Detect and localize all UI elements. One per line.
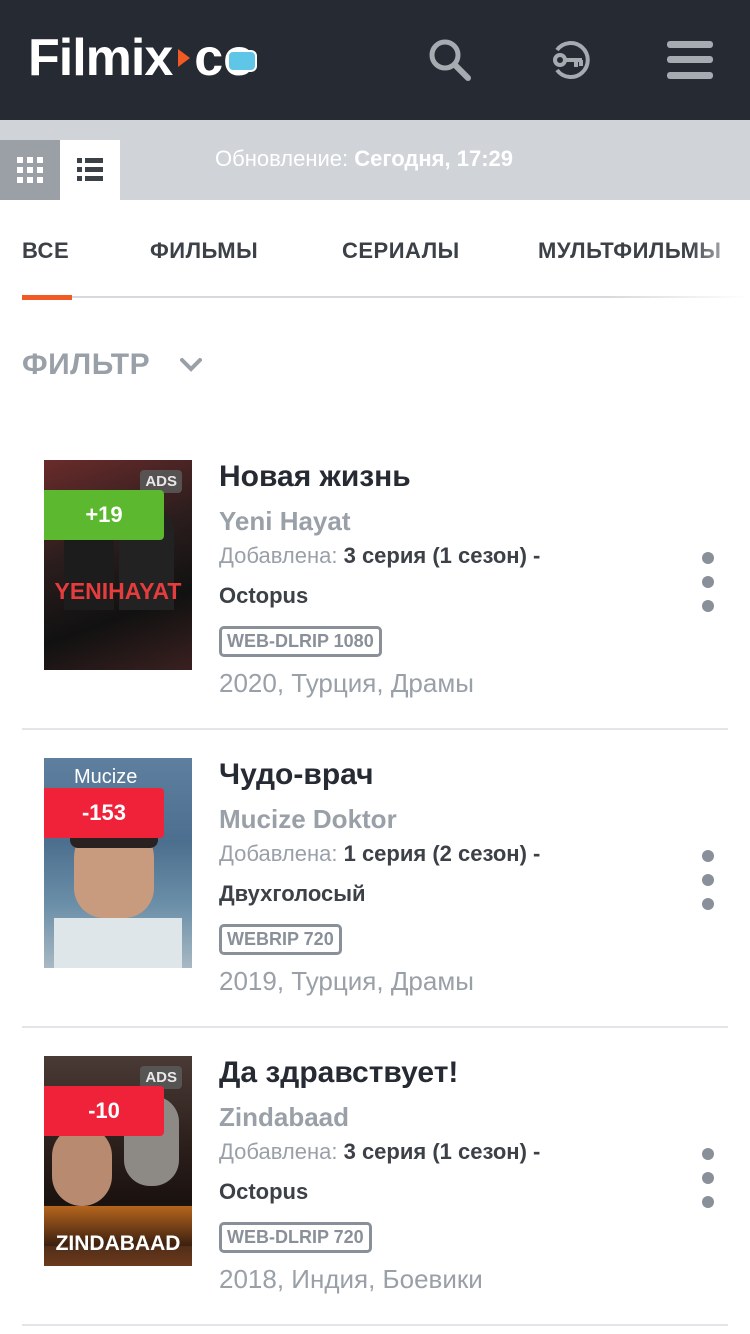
logo-domain: co xyxy=(194,32,257,84)
item-meta: 2018, Индия, Боевики xyxy=(219,1264,483,1294)
quality-badge: WEB-DLRIP 720 xyxy=(219,1222,372,1253)
added-label: Добавлена: xyxy=(219,841,338,866)
item-title[interactable]: Да здравствует! xyxy=(219,1056,458,1090)
grid-view-icon xyxy=(17,157,43,183)
app-header: Filmix co xyxy=(0,0,750,120)
more-options-icon[interactable] xyxy=(698,552,718,612)
logo-arrow-icon xyxy=(178,49,191,67)
update-status: Обновление: Сегодня, 17:29 xyxy=(215,146,513,172)
more-options-icon[interactable] xyxy=(698,850,718,910)
added-label: Добавлена: xyxy=(219,1139,338,1164)
rating-badge: -153 xyxy=(44,788,164,838)
tabs-fade xyxy=(690,230,750,270)
category-tabs: ВСЕ ФИЛЬМЫ СЕРИАЛЫ МУЛЬТФИЛЬМЫ xyxy=(0,200,750,300)
rating-badge: -10 xyxy=(44,1086,164,1136)
more-options-icon[interactable] xyxy=(698,1148,718,1208)
item-meta: 2019, Турция, Драмы xyxy=(219,966,474,996)
item-original-title: Zindabaad xyxy=(219,1102,350,1132)
tabs-divider xyxy=(22,296,750,298)
list-item[interactable]: Mucize -153 Чудо-врач Mucize Doktor Доба… xyxy=(22,730,728,1028)
item-title[interactable]: Новая жизнь xyxy=(219,460,411,494)
tab-movies[interactable]: ФИЛЬМЫ xyxy=(150,238,258,264)
update-label: Обновление: xyxy=(215,146,349,171)
list-item[interactable]: ZINDABAAD ADS -10 Да здравствует! Zindab… xyxy=(22,1028,728,1326)
filter-toggle[interactable]: ФИЛЬТР xyxy=(22,348,203,382)
menu-icon[interactable] xyxy=(660,30,720,90)
poster-image[interactable]: ZINDABAAD ADS -10 xyxy=(44,1056,192,1266)
face-mask-icon xyxy=(226,50,257,72)
poster-title: YENIHAYAT xyxy=(54,578,182,604)
poster-image[interactable]: YENIHAYAT ADS +19 xyxy=(44,460,192,670)
item-title[interactable]: Чудо-врач xyxy=(219,758,374,792)
poster-title: ZINDABAAD xyxy=(55,1232,181,1255)
poster-image[interactable]: Mucize -153 xyxy=(44,758,192,968)
item-original-title: Mucize Doktor xyxy=(219,804,397,834)
list-item[interactable]: YENIHAYAT ADS +19 Новая жизнь Yeni Hayat… xyxy=(22,432,728,730)
quality-badge: WEB-DLRIP 1080 xyxy=(219,626,382,657)
filter-label: ФИЛЬТР xyxy=(22,348,151,381)
list-view-icon xyxy=(77,158,103,181)
list-view-button[interactable] xyxy=(60,140,120,200)
item-added: Добавлена: 3 серия (1 сезон) - Octopus xyxy=(219,536,619,616)
item-original-title: Yeni Hayat xyxy=(219,506,351,536)
chevron-down-icon xyxy=(180,358,203,372)
active-tab-indicator xyxy=(22,295,72,300)
logo-name: Filmix xyxy=(28,29,173,87)
poster-title: Mucize xyxy=(74,766,138,788)
login-key-icon[interactable] xyxy=(540,30,600,90)
item-meta: 2020, Турция, Драмы xyxy=(219,668,474,698)
filmix-logo[interactable]: Filmix co xyxy=(28,26,257,90)
search-icon[interactable] xyxy=(420,30,480,90)
rating-badge: +19 xyxy=(44,490,164,540)
added-label: Добавлена: xyxy=(219,543,338,568)
tab-all[interactable]: ВСЕ xyxy=(22,238,69,264)
view-toolbar: Обновление: Сегодня, 17:29 xyxy=(0,120,750,200)
grid-view-button[interactable] xyxy=(0,140,60,200)
item-added: Добавлена: 3 серия (1 сезон) - Octopus xyxy=(219,1132,619,1212)
tab-series[interactable]: СЕРИАЛЫ xyxy=(342,238,460,264)
item-added: Добавлена: 1 серия (2 сезон) - Двухголос… xyxy=(219,834,619,914)
update-time: Сегодня, 17:29 xyxy=(354,146,513,171)
quality-badge: WEBRIP 720 xyxy=(219,924,342,955)
